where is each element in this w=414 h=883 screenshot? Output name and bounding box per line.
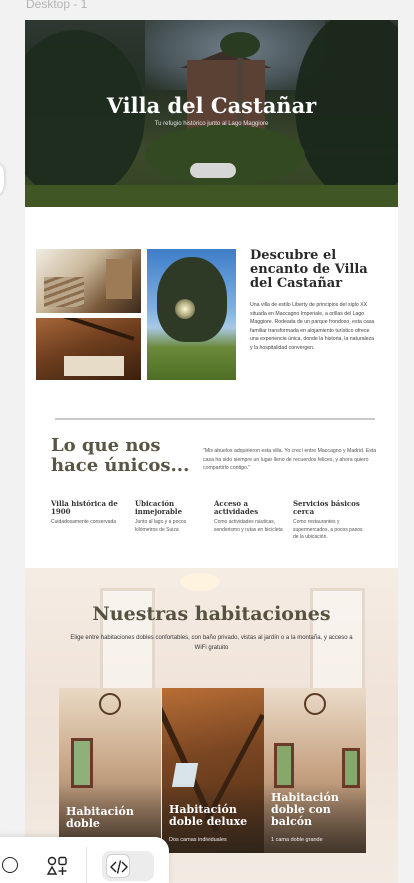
discover-text: Una villa de estilo Liberty de principio… [250,302,375,351]
room-name: Habitación doble con balcón [271,791,339,828]
desktop-frame: Villa del Castañar Tu refugio histórico … [25,20,398,883]
code-toggle[interactable] [102,851,154,881]
feature-title: Ubicación inmejorable [135,499,183,516]
feature-services: Servicios básicos cerca Como restaurante… [293,500,363,542]
circle-icon[interactable] [2,857,18,873]
rooms-section: Nuestras habitaciones Elige entre habita… [25,568,398,883]
unique-title: Lo que nos hace únicos... [51,435,190,476]
room-info: Dos camas individuales [169,837,227,843]
feature-title: Acceso a actividades [214,499,259,516]
room-name: Habitación doble deluxe [169,803,248,828]
feature-desc: Como restaurantes y supermercados, a poc… [293,519,363,540]
attic-bedroom-photo [36,318,141,380]
staircase-photo [36,249,141,313]
hero-subtitle: Tu refugio histórico junto al Lago Maggi… [154,121,269,127]
feature-title: Servicios básicos cerca [293,499,360,516]
feature-activities: Acceso a actividades Como actividades ná… [214,500,284,534]
owner-quote: "Mis abuelos adquirieron esta villa. Yo … [203,448,377,471]
discover-title: Descubre el encanto de Villa del Castaña… [250,248,368,291]
section-divider [55,418,375,420]
hero-title: Villa del Castañar [106,93,317,118]
rooms-subtitle: Elige entre habitaciones dobles conforta… [70,635,353,651]
room-card-deluxe[interactable]: Habitación doble deluxe Dos camas indivi… [162,688,264,853]
garden-tree-photo [147,249,236,380]
feature-desc: Cuidadosamente conservada [51,519,117,525]
floating-toolbar [0,837,169,883]
room-card-double[interactable]: Habitación doble [59,688,161,853]
shapes-icon[interactable] [46,855,68,877]
room-card-balcony[interactable]: Habitación doble con balcón 1 cama doble… [264,688,366,853]
hero-cta-button[interactable] [190,163,236,178]
frame-label[interactable]: Desktop - 1 [26,0,87,11]
side-panel-handle[interactable] [0,160,4,198]
feature-location: Ubicación inmejorable Junto al lago y a … [135,500,205,534]
feature-desc: Junto al lago y a pocos kilómetros de Su… [135,519,187,533]
code-icon[interactable] [107,855,131,879]
rooms-title: Nuestras habitaciones [92,603,331,625]
room-info: 1 cama doble grande [271,837,323,843]
feature-desc: Como actividades náuticas, senderismo y … [214,519,283,533]
room-name: Habitación doble [66,805,134,830]
feature-historic-villa: Villa histórica de 1900 Cuidadosamente c… [51,500,121,527]
feature-title: Villa histórica de 1900 [51,499,118,516]
hero-section: Villa del Castañar Tu refugio histórico … [25,20,398,207]
